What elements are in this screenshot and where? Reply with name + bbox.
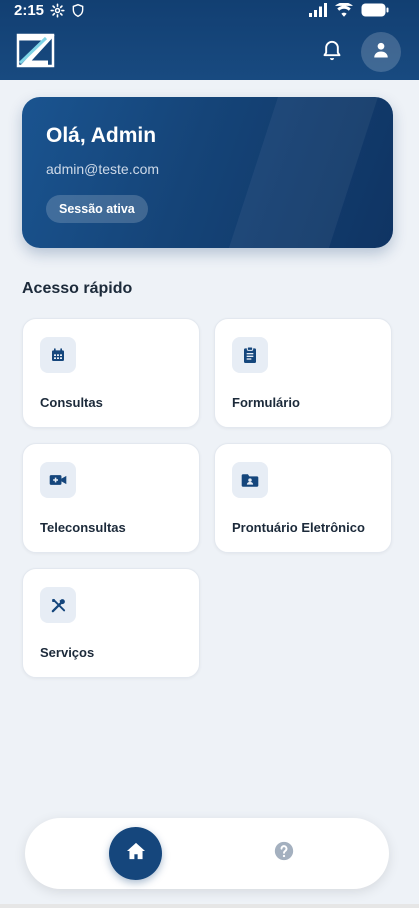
- app-header: 2:15: [0, 0, 419, 80]
- signal-icon: [309, 3, 327, 21]
- user-email: admin@teste.com: [46, 161, 160, 177]
- help-icon: [274, 841, 294, 866]
- clipboard-icon: [232, 337, 268, 373]
- session-status-badge: Sessão ativa: [46, 195, 148, 223]
- profile-button[interactable]: [361, 32, 401, 72]
- status-left-icons: [50, 3, 85, 22]
- tile-label: Prontuário Eletrônico: [232, 520, 365, 535]
- user-icon: [372, 41, 390, 64]
- welcome-card: Olá, Admin admin@teste.com Sessão ativa: [22, 97, 393, 248]
- quick-access-teleconsultas[interactable]: Teleconsultas: [22, 443, 200, 553]
- status-time: 2:15: [14, 2, 45, 19]
- quick-access-consultas[interactable]: Consultas: [22, 318, 200, 428]
- status-right-icons: [309, 2, 389, 21]
- system-home-indicator: [0, 904, 419, 908]
- bottom-navigation: [25, 818, 389, 889]
- quick-access-servicos[interactable]: Serviços: [22, 568, 200, 678]
- quick-access-prontuario-eletronico[interactable]: Prontuário Eletrônico: [214, 443, 392, 553]
- bell-icon: [322, 40, 342, 66]
- home-icon: [126, 842, 146, 865]
- notification-bell-button[interactable]: [322, 40, 342, 62]
- app-logo[interactable]: [16, 33, 55, 68]
- greeting-title: Olá, Admin: [46, 124, 157, 147]
- tile-label: Serviços: [40, 645, 95, 660]
- quick-access-title: Acesso rápido: [22, 280, 133, 297]
- tile-label: Formulário: [232, 395, 300, 410]
- nav-help-button[interactable]: [273, 841, 294, 866]
- battery-icon: [361, 3, 389, 21]
- tools-icon: [40, 587, 76, 623]
- shield-icon: [71, 3, 85, 22]
- folder-user-icon: [232, 462, 268, 498]
- tile-label: Teleconsultas: [40, 520, 126, 535]
- tile-label: Consultas: [40, 395, 103, 410]
- video-call-icon: [40, 462, 76, 498]
- nav-home-button[interactable]: [109, 827, 162, 880]
- card-decoration: [219, 97, 385, 248]
- status-bar: 2:15: [0, 0, 419, 24]
- settings-gear-icon: [50, 3, 65, 22]
- quick-access-formulario[interactable]: Formulário: [214, 318, 392, 428]
- calendar-icon: [40, 337, 76, 373]
- wifi-icon: [335, 2, 353, 21]
